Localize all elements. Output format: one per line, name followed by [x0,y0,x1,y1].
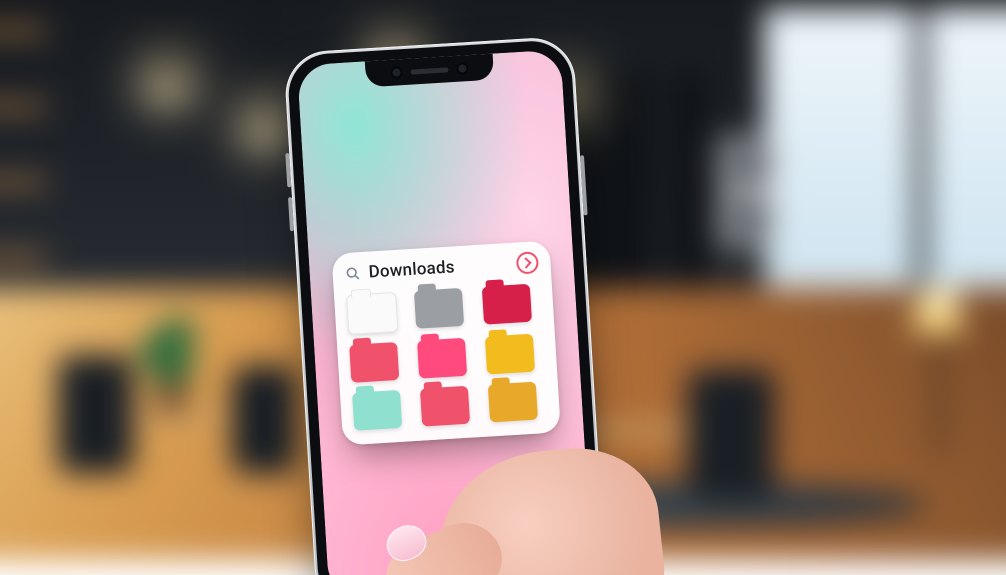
folder-item[interactable] [349,342,399,383]
front-camera-icon [392,68,400,76]
folder-item[interactable] [417,338,467,379]
folder-item[interactable] [420,386,470,427]
folder-item[interactable] [482,284,532,325]
floor-lamp [905,289,970,462]
phone-notch [365,54,494,88]
scene: Downloads [0,0,1006,575]
folder-item[interactable] [346,292,398,335]
search-icon[interactable] [344,265,361,282]
sensor-icon [458,64,466,72]
smartphone: Downloads [283,36,607,575]
card-header: Downloads [344,251,539,285]
downloads-card[interactable]: Downloads [332,240,561,445]
folder-item[interactable] [485,334,535,375]
speaker-icon [410,67,448,74]
folder-item[interactable] [488,382,538,423]
phone-screen[interactable]: Downloads [297,49,593,575]
card-title: Downloads [368,254,509,283]
play-circle-icon[interactable] [516,251,539,274]
folder-item[interactable] [352,390,402,431]
folder-grid [346,283,548,431]
folder-item[interactable] [414,288,464,329]
